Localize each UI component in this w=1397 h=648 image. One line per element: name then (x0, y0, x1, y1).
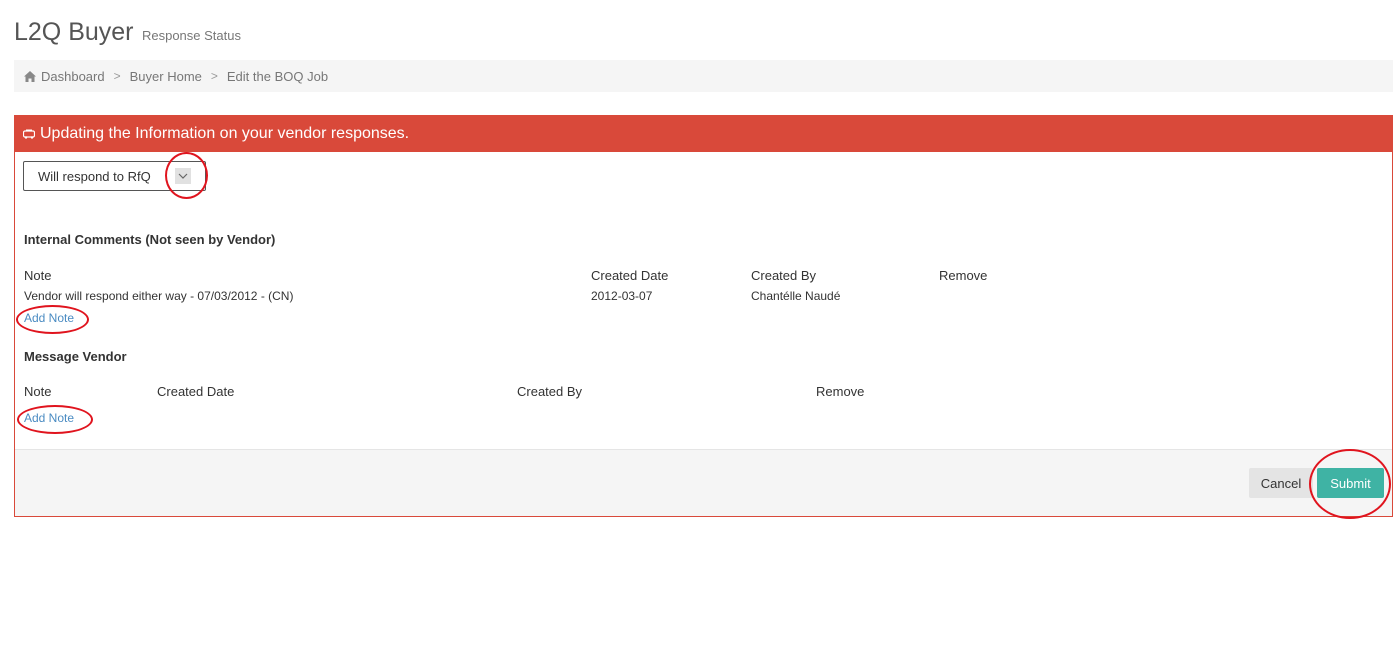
status-select-value: Will respond to RfQ (38, 168, 151, 184)
internal-row-note: Vendor will respond either way - 07/03/2… (24, 289, 294, 303)
home-icon (24, 70, 36, 82)
chevron-down-icon[interactable] (175, 168, 191, 184)
vendor-col-created-by: Created By (517, 384, 583, 399)
breadcrumb-buyer-home[interactable]: Buyer Home (130, 69, 202, 84)
internal-col-remove: Remove (939, 268, 988, 283)
panel-footer: Cancel Submit (15, 449, 1392, 516)
response-status-select[interactable]: Will respond to RfQ (23, 161, 206, 191)
page-header: L2Q Buyer Response Status (14, 18, 241, 47)
message-vendor-title: Message Vendor (24, 349, 127, 364)
panel-heading-text: Updating the Information on your vendor … (40, 125, 410, 142)
breadcrumb-label: Dashboard (41, 68, 105, 84)
internal-row-date: 2012-03-07 (591, 289, 653, 303)
breadcrumb-dashboard[interactable]: Dashboard (24, 69, 105, 84)
vendor-add-note-link[interactable]: Add Note (24, 411, 74, 425)
panel-heading: Updating the Information on your vendor … (15, 116, 1392, 152)
internal-col-created-by: Created By (751, 268, 817, 283)
breadcrumb-current: Edit the BOQ Job (226, 68, 329, 84)
cab-icon (23, 129, 35, 139)
vendor-col-note: Note (24, 384, 52, 399)
breadcrumb-separator: > (210, 69, 218, 83)
internal-row-created-by: Chantélle Naudé (751, 289, 841, 303)
internal-comments-title: Internal Comments (Not seen by Vendor) (24, 232, 276, 247)
submit-button[interactable]: Submit (1317, 468, 1384, 498)
vendor-col-remove: Remove (816, 384, 865, 399)
internal-add-note-link[interactable]: Add Note (24, 311, 74, 325)
page-title: L2Q Buyer (14, 18, 134, 46)
cancel-button[interactable]: Cancel (1249, 468, 1313, 498)
vendor-response-panel: Updating the Information on your vendor … (14, 115, 1393, 517)
internal-col-note: Note (24, 268, 52, 283)
breadcrumb: Dashboard > Buyer Home > Edit the BOQ Jo… (14, 60, 1393, 92)
breadcrumb-separator: > (113, 69, 121, 83)
vendor-col-created-date: Created Date (157, 384, 235, 399)
internal-col-created-date: Created Date (591, 268, 669, 283)
page-subtitle: Response Status (141, 28, 241, 43)
